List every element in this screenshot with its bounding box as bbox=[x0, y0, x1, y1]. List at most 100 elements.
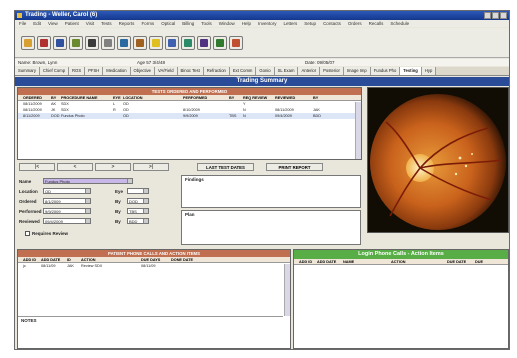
tab-binoc-test[interactable]: Binoc Test bbox=[177, 67, 204, 75]
menu-item-tests[interactable]: Tests bbox=[101, 20, 112, 27]
plan-field[interactable]: Plan bbox=[181, 210, 361, 245]
grid-button[interactable] bbox=[181, 35, 195, 50]
binoculars-button[interactable] bbox=[85, 35, 99, 50]
visit-date: Date: 09/05/07 bbox=[305, 60, 335, 65]
menu-item-setup[interactable]: Setup bbox=[304, 20, 316, 27]
tab-image-imp[interactable]: Image Imp bbox=[343, 67, 371, 75]
notes-field[interactable]: NOTES bbox=[18, 316, 283, 347]
maximize-button[interactable] bbox=[492, 12, 499, 19]
help-button[interactable] bbox=[229, 35, 243, 50]
table-row[interactable]: jc 08/11/09 JAK Review SDX 08/11/09 bbox=[18, 263, 290, 269]
last-test-dates-button[interactable]: LAST TEST DATES bbox=[197, 163, 254, 171]
menu-item-optical[interactable]: Optical bbox=[161, 20, 175, 27]
tab-pfsh[interactable]: PFSH bbox=[85, 67, 104, 75]
eye-select[interactable] bbox=[127, 188, 149, 194]
print-button[interactable] bbox=[37, 35, 51, 50]
reviewed-value: 09/4/2009 bbox=[45, 219, 63, 224]
column-header: DONE DATE bbox=[171, 258, 194, 262]
location-label: Location bbox=[19, 188, 38, 194]
help-icon bbox=[232, 38, 240, 47]
network-button[interactable] bbox=[197, 35, 211, 50]
test-name-select[interactable]: Fundus Photo bbox=[43, 178, 133, 184]
menu-item-help[interactable]: Help bbox=[242, 20, 251, 27]
glasses-button[interactable] bbox=[101, 35, 115, 50]
eye-button[interactable] bbox=[117, 35, 131, 50]
performed-value: 9/9/2009 bbox=[45, 209, 61, 214]
patient-calls-panel: PATIENT PHONE CALLS AND ACTION ITEMS ADD… bbox=[17, 249, 291, 349]
menu-item-file[interactable]: File bbox=[19, 20, 26, 27]
menu-item-forms[interactable]: Forms bbox=[141, 20, 154, 27]
print-icon bbox=[40, 38, 48, 47]
table-row[interactable]: 8/11/2009 DOD Fundus Photo OD 9/9/2009 TBS N 09… bbox=[18, 113, 361, 119]
first-record-button[interactable]: |< bbox=[19, 163, 55, 171]
menu-item-contacts[interactable]: Contacts bbox=[323, 20, 341, 27]
menu-item-reports[interactable]: Reports bbox=[119, 20, 135, 27]
app-window: Trading - Weller, Carol (6) File Edit View… bbox=[14, 10, 510, 350]
chevron-down-icon bbox=[85, 219, 90, 223]
menu-item-recalls[interactable]: Recalls bbox=[369, 20, 384, 27]
ordered-date-field[interactable]: 8/1/2009 bbox=[43, 198, 91, 204]
camera-button[interactable] bbox=[133, 35, 147, 50]
tab-chief-comp[interactable]: Chief Comp bbox=[39, 67, 70, 75]
minimize-button[interactable] bbox=[484, 12, 491, 19]
tests-table-header: TESTS ORDERED AND PERFORMED bbox=[18, 88, 361, 95]
menu-item-orders[interactable]: Orders bbox=[348, 20, 362, 27]
performed-by-value: TBS bbox=[129, 209, 137, 214]
chart-button[interactable] bbox=[213, 35, 227, 50]
ordered-by-select[interactable]: DOD bbox=[127, 198, 149, 204]
tab-ext-comm[interactable]: Ext Comm bbox=[229, 67, 257, 75]
tab-sl-exam[interactable]: SL Exam bbox=[274, 67, 299, 75]
patient-calls-scrollbar[interactable] bbox=[284, 264, 290, 316]
record-navigation: |< < > >| LAST TEST DATES PRINT REPORT bbox=[17, 162, 362, 172]
performed-date-field[interactable]: 9/9/2009 bbox=[43, 208, 91, 214]
tab-anterior[interactable]: Anterior bbox=[298, 67, 321, 75]
reviewed-label: Reviewed bbox=[19, 218, 40, 224]
tab-objective[interactable]: Objective bbox=[130, 67, 156, 75]
folder-icon bbox=[24, 38, 32, 47]
tab-testing[interactable]: Testing bbox=[400, 67, 422, 75]
window-title: Trading - Weller, Carol (6) bbox=[25, 12, 98, 18]
reviewed-date-field[interactable]: 09/4/2009 bbox=[43, 218, 91, 224]
person-button[interactable] bbox=[53, 35, 67, 50]
menu-item-letters[interactable]: Letters bbox=[284, 20, 298, 27]
menu-item-view[interactable]: View bbox=[48, 20, 58, 27]
menu-item-schedule[interactable]: Schedule bbox=[390, 20, 409, 27]
menu-item-tools[interactable]: Tools bbox=[201, 20, 212, 27]
column-header: ADD ID bbox=[23, 258, 37, 262]
tab-ros[interactable]: ROS bbox=[69, 67, 86, 75]
table-cell: 08/11/09 bbox=[41, 264, 56, 268]
alert-button[interactable] bbox=[149, 35, 163, 50]
requires-review-checkbox[interactable] bbox=[25, 230, 30, 236]
table-cell: 09/4/2009 bbox=[275, 114, 292, 118]
print-report-button[interactable]: PRINT REPORT bbox=[266, 163, 323, 171]
tab-posterior[interactable]: Posterior bbox=[320, 67, 344, 75]
findings-field[interactable]: Findings bbox=[181, 175, 361, 208]
tab-medication[interactable]: Medication bbox=[103, 67, 131, 75]
folder-button[interactable] bbox=[21, 35, 35, 50]
tab-refraction[interactable]: Refraction bbox=[203, 67, 230, 75]
tab-hyp[interactable]: Hyp bbox=[421, 67, 437, 75]
ordered-label: Ordered bbox=[19, 198, 37, 204]
tests-table-scrollbar[interactable] bbox=[355, 102, 361, 159]
next-record-button[interactable]: > bbox=[95, 163, 131, 171]
menu-item-window[interactable]: Window bbox=[219, 20, 235, 27]
patient-name: Name: Brown, Lynn bbox=[18, 60, 58, 65]
menu-item-edit[interactable]: Edit bbox=[33, 20, 41, 27]
test-detail-form: Name Fundus Photo Location OD Eye Ordere… bbox=[19, 176, 179, 248]
tab-gonio[interactable]: Gonio bbox=[256, 67, 275, 75]
menu-item-visit[interactable]: Visit bbox=[86, 20, 94, 27]
menu-item-billing[interactable]: Billing bbox=[182, 20, 194, 27]
tab-summary[interactable]: Summary bbox=[15, 67, 40, 75]
menu-item-patient[interactable]: Patient bbox=[65, 20, 79, 27]
menu-item-inventory[interactable]: Inventory bbox=[258, 20, 277, 27]
card-button[interactable] bbox=[69, 35, 83, 50]
close-button[interactable] bbox=[500, 12, 507, 19]
performed-by-select[interactable]: TBS bbox=[127, 208, 149, 214]
tab-va-field[interactable]: VA/Field bbox=[155, 67, 178, 75]
previous-record-button[interactable]: < bbox=[57, 163, 93, 171]
tab-fundus-pho[interactable]: Fundus Pho bbox=[370, 67, 401, 75]
reviewed-by-select[interactable]: BDD bbox=[127, 218, 149, 224]
location-select[interactable]: OD bbox=[43, 188, 91, 194]
last-record-button[interactable]: >| bbox=[133, 163, 169, 171]
document-button[interactable] bbox=[165, 35, 179, 50]
